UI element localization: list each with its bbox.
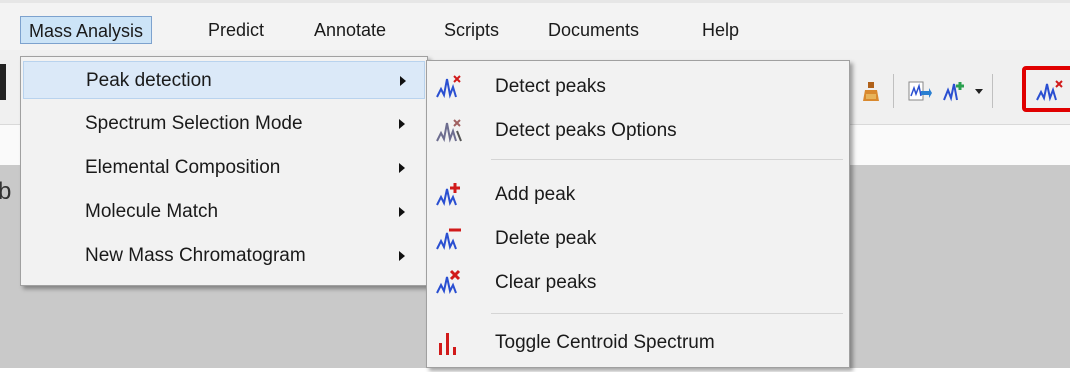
menu-scripts[interactable]: Scripts (436, 16, 507, 44)
menu-item-spectrum-selection-mode[interactable]: Spectrum Selection Mode (23, 105, 425, 143)
menu-item-label: Molecule Match (85, 201, 219, 222)
dropdown-arrow-icon[interactable] (972, 78, 986, 104)
submenu-item-delete-peak[interactable]: Delete peak (429, 219, 847, 259)
menu-item-label: Spectrum Selection Mode (85, 113, 303, 134)
submenu-item-clear-peaks[interactable]: Clear peaks (429, 263, 847, 303)
peak-detection-submenu: Detect peaks Detect peaks Options Add pe… (426, 60, 850, 368)
detect-peaks-options-icon (435, 117, 463, 145)
menu-separator (491, 159, 843, 160)
detect-peaks-icon (435, 73, 463, 101)
cut-off-text-fragment: b (0, 178, 12, 205)
menu-separator (491, 313, 843, 314)
submenu-item-label: Clear peaks (495, 272, 597, 293)
menu-item-elemental-composition[interactable]: Elemental Composition (23, 149, 425, 187)
flask-icon[interactable] (858, 78, 884, 104)
menu-predict[interactable]: Predict (200, 16, 272, 44)
peak-pick-tool-icon[interactable] (942, 78, 968, 104)
menu-bar (0, 0, 1070, 50)
submenu-arrow-icon (399, 251, 405, 261)
submenu-item-label: Detect peaks (495, 76, 606, 97)
mass-analysis-menu: Peak detection Spectrum Selection Mode E… (20, 56, 428, 286)
bar-chart-icon (435, 329, 463, 357)
menu-item-molecule-match[interactable]: Molecule Match (23, 193, 425, 231)
submenu-item-label: Detect peaks Options (495, 120, 677, 141)
toolbar-separator (893, 74, 894, 108)
add-peak-icon (435, 181, 463, 209)
submenu-item-detect-peaks[interactable]: Detect peaks (429, 67, 847, 107)
submenu-arrow-icon (400, 76, 406, 86)
submenu-arrow-icon (399, 163, 405, 173)
menu-item-label: Peak detection (86, 70, 212, 91)
highlight-box (1022, 66, 1070, 112)
clear-peaks-icon (435, 269, 463, 297)
menu-mass-analysis[interactable]: Mass Analysis (20, 16, 153, 44)
submenu-item-label: Toggle Centroid Spectrum (495, 332, 715, 353)
submenu-item-toggle-centroid-spectrum[interactable]: Toggle Centroid Spectrum (429, 323, 847, 363)
toolbar-separator (992, 74, 993, 108)
menu-annotate[interactable]: Annotate (306, 16, 394, 44)
toolbar-edge-fragment (0, 64, 6, 100)
submenu-arrow-icon (399, 119, 405, 129)
submenu-item-add-peak[interactable]: Add peak (429, 175, 847, 215)
submenu-arrow-icon (399, 207, 405, 217)
submenu-item-label: Delete peak (495, 228, 597, 249)
delete-peak-icon (435, 225, 463, 253)
menu-item-label: New Mass Chromatogram (85, 245, 306, 266)
submenu-item-label: Add peak (495, 184, 576, 205)
menu-help[interactable]: Help (694, 16, 747, 44)
spectrum-export-icon[interactable] (906, 78, 932, 104)
menu-documents[interactable]: Documents (540, 16, 647, 44)
menu-item-label: Elemental Composition (85, 157, 281, 178)
submenu-item-detect-peaks-options[interactable]: Detect peaks Options (429, 111, 847, 151)
menu-item-peak-detection[interactable]: Peak detection (23, 61, 425, 99)
menu-item-new-mass-chromatogram[interactable]: New Mass Chromatogram (23, 237, 425, 275)
